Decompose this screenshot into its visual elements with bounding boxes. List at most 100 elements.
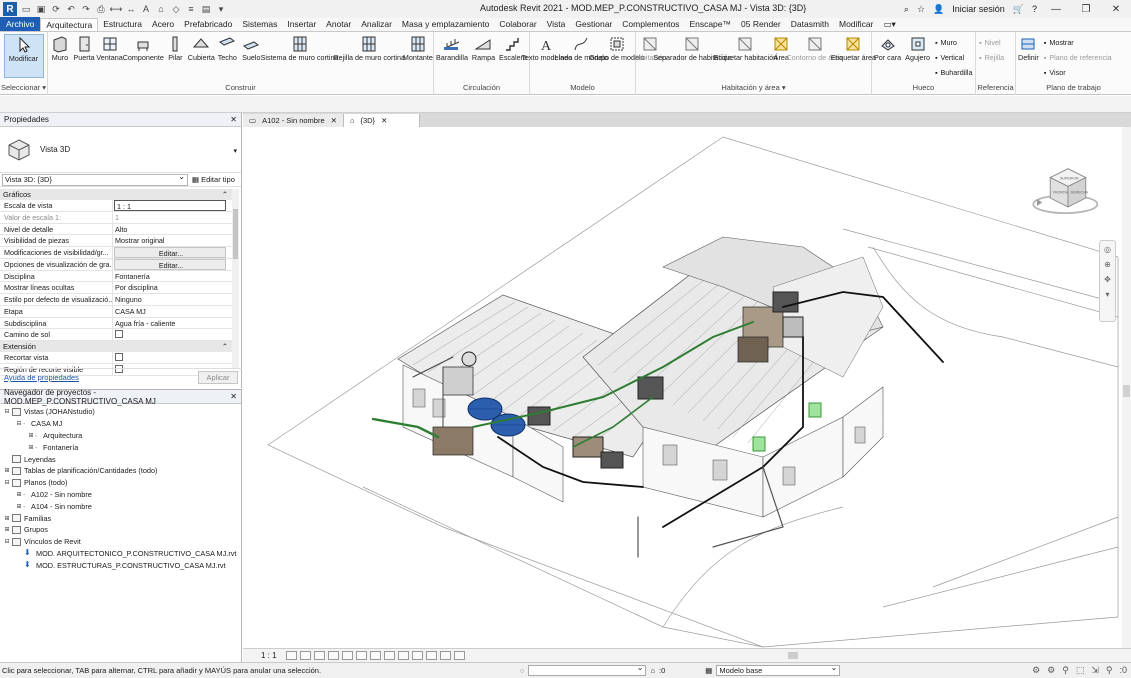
3d-model-view[interactable]: [243, 127, 1121, 648]
browser-item[interactable]: ⊞ - A102 - Sin nombre: [3, 489, 241, 501]
modify-button[interactable]: Modificar: [3, 34, 44, 78]
visual-style-icon[interactable]: [300, 651, 311, 660]
thin-lines-icon[interactable]: ≡: [185, 3, 197, 15]
redo-icon[interactable]: ↷: [80, 3, 92, 15]
dimension-icon[interactable]: ↔: [125, 3, 137, 15]
drag-elements-icon[interactable]: ⇲: [1091, 665, 1099, 676]
view-vertical-scrollbar[interactable]: [1122, 127, 1131, 648]
construir-tool-4[interactable]: Pilar: [163, 34, 187, 82]
revit-logo-icon[interactable]: R: [3, 2, 17, 16]
edit-type-button[interactable]: ▦ Editar tipo: [192, 175, 235, 184]
hueco-tool-0[interactable]: Por cara: [872, 34, 903, 82]
property-value[interactable]: Fontanería: [113, 271, 232, 282]
restore-button[interactable]: ❐: [1075, 4, 1097, 15]
collapse-icon[interactable]: ⌃: [222, 189, 228, 200]
expand-toggle-icon[interactable]: ⊟: [3, 408, 11, 415]
workset-icon[interactable]: ◌: [520, 666, 524, 675]
select-underlay-icon[interactable]: ⚙: [1047, 665, 1055, 676]
construir-tool-6[interactable]: Techo: [215, 34, 239, 82]
circulacion-tool-1[interactable]: Rampa: [470, 34, 497, 82]
construir-tool-0[interactable]: Muro: [48, 34, 72, 82]
temp-hide-icon[interactable]: [398, 651, 409, 660]
cart-icon[interactable]: 🛒: [1013, 4, 1024, 15]
referencia-small-0[interactable]: ▪ Nivel: [979, 36, 1004, 49]
property-category[interactable]: Extensión ⌃: [0, 341, 232, 352]
detail-level-icon[interactable]: [286, 651, 297, 660]
render-icon[interactable]: [342, 651, 353, 660]
property-value[interactable]: [113, 352, 232, 363]
ribbon-minimize-icon[interactable]: ▭▾: [878, 18, 900, 31]
tab-4[interactable]: Prefabricado: [179, 18, 237, 31]
bookmark-icon[interactable]: ☆: [917, 4, 925, 15]
switch-windows-icon[interactable]: ▤: [200, 3, 212, 15]
plano_trabajo-small-0[interactable]: ▪ Mostrar: [1044, 36, 1112, 49]
browser-item[interactable]: ⊞ Tablas de planificación/Cantidades (tod…: [3, 465, 241, 477]
tab-13[interactable]: Complementos: [617, 18, 684, 31]
customize-qat-icon[interactable]: ▾: [215, 3, 227, 15]
browser-item[interactable]: ⊟ Vistas (JOHANstudio): [3, 406, 241, 418]
view-tab-1[interactable]: ⌂ {3D} ✕: [343, 114, 420, 127]
expand-toggle-icon[interactable]: ⊞: [3, 526, 11, 533]
tab-9[interactable]: Masa y emplazamiento: [397, 18, 494, 31]
browser-item[interactable]: ⊞ Grupos: [3, 524, 241, 536]
habitacion-tool-4[interactable]: Contorno de área: [787, 34, 843, 82]
construir-tool-2[interactable]: Ventana: [96, 34, 123, 82]
plano_trabajo-small-2[interactable]: ▪ Visor: [1044, 66, 1112, 79]
zoom-icon[interactable]: ⊕: [1104, 260, 1111, 269]
panel-label-habitacion[interactable]: Habitación y área ▾: [636, 82, 871, 94]
property-value[interactable]: Por disciplina: [113, 282, 232, 293]
construir-tool-10[interactable]: Montante: [403, 34, 433, 82]
property-category[interactable]: Gráficos ⌃: [0, 189, 232, 200]
type-dropdown-icon[interactable]: ▾: [233, 147, 237, 155]
property-checkbox[interactable]: [115, 330, 123, 339]
property-value[interactable]: Alto: [113, 224, 232, 235]
property-value[interactable]: 1 : 1: [114, 200, 226, 211]
worksharing-icon[interactable]: [426, 651, 437, 660]
browser-item[interactable]: ⬇ MOD. ARQUITECTONICO_P.CONSTRUCTIVO_CASA…: [3, 548, 241, 560]
property-value[interactable]: Editar...: [114, 258, 226, 270]
view-instance-selector[interactable]: Vista 3D: {3D}: [2, 172, 188, 186]
user-icon[interactable]: 👤: [933, 4, 944, 15]
expand-toggle-icon[interactable]: ⊞: [15, 491, 23, 498]
expand-toggle-icon[interactable]: ⊞: [3, 467, 11, 474]
browser-item[interactable]: ⊞ - A104 - Sin nombre: [3, 500, 241, 512]
undo-icon[interactable]: ↶: [65, 3, 77, 15]
panel-label-seleccionar[interactable]: Seleccionar ▾: [0, 82, 47, 94]
tab-11[interactable]: Vista: [542, 18, 571, 31]
expand-toggle-icon[interactable]: ⊟: [3, 538, 11, 545]
browser-item[interactable]: ⬇ MOD. ESTRUCTURAS_P.CONSTRUCTIVO_CASA MJ…: [3, 559, 241, 571]
property-value[interactable]: Ninguno: [113, 294, 232, 305]
tab-14[interactable]: Enscape™: [684, 18, 736, 31]
tab-7[interactable]: Anotar: [321, 18, 356, 31]
properties-scroll-thumb[interactable]: [233, 209, 238, 259]
browser-item[interactable]: ⊟ - CASA MJ: [3, 418, 241, 430]
open-icon[interactable]: ▭: [20, 3, 32, 15]
collapse-icon[interactable]: ⌃: [222, 341, 228, 352]
tab-3[interactable]: Acero: [147, 18, 179, 31]
circulacion-tool-0[interactable]: Barandilla: [434, 34, 470, 82]
tab-1[interactable]: Arquitectura: [40, 18, 99, 31]
search-icon[interactable]: ⌕: [904, 4, 909, 15]
expand-toggle-icon[interactable]: ⊞: [15, 503, 23, 510]
property-value[interactable]: CASA MJ: [113, 306, 232, 317]
save-icon[interactable]: ▣: [35, 3, 47, 15]
lock-view-icon[interactable]: [384, 651, 395, 660]
3d-view-icon[interactable]: ⌂: [155, 3, 167, 15]
apply-button[interactable]: Aplicar: [198, 371, 238, 384]
analytical-icon[interactable]: [440, 651, 451, 660]
properties-help-link[interactable]: Ayuda de propiedades: [4, 373, 79, 382]
expand-toggle-icon[interactable]: ⊟: [15, 420, 23, 427]
steering-wheel-icon[interactable]: ◎: [1104, 245, 1111, 254]
construir-tool-9[interactable]: Rejilla de muro cortina: [333, 34, 405, 82]
workset-selector[interactable]: [528, 663, 647, 676]
help-icon[interactable]: ?: [1032, 4, 1037, 14]
reveal-hidden-icon[interactable]: [412, 651, 423, 660]
hueco-tool-1[interactable]: Agujero: [903, 34, 932, 82]
type-selector[interactable]: Vista 3D ▾: [0, 127, 241, 173]
view-scroll-thumb[interactable]: [1123, 385, 1130, 397]
browser-item[interactable]: ⊟ Planos (todo): [3, 477, 241, 489]
crop-view-icon[interactable]: [356, 651, 367, 660]
browser-item[interactable]: ⊞ Familias: [3, 512, 241, 524]
sun-path-icon[interactable]: [314, 651, 325, 660]
tab-6[interactable]: Insertar: [282, 18, 321, 31]
